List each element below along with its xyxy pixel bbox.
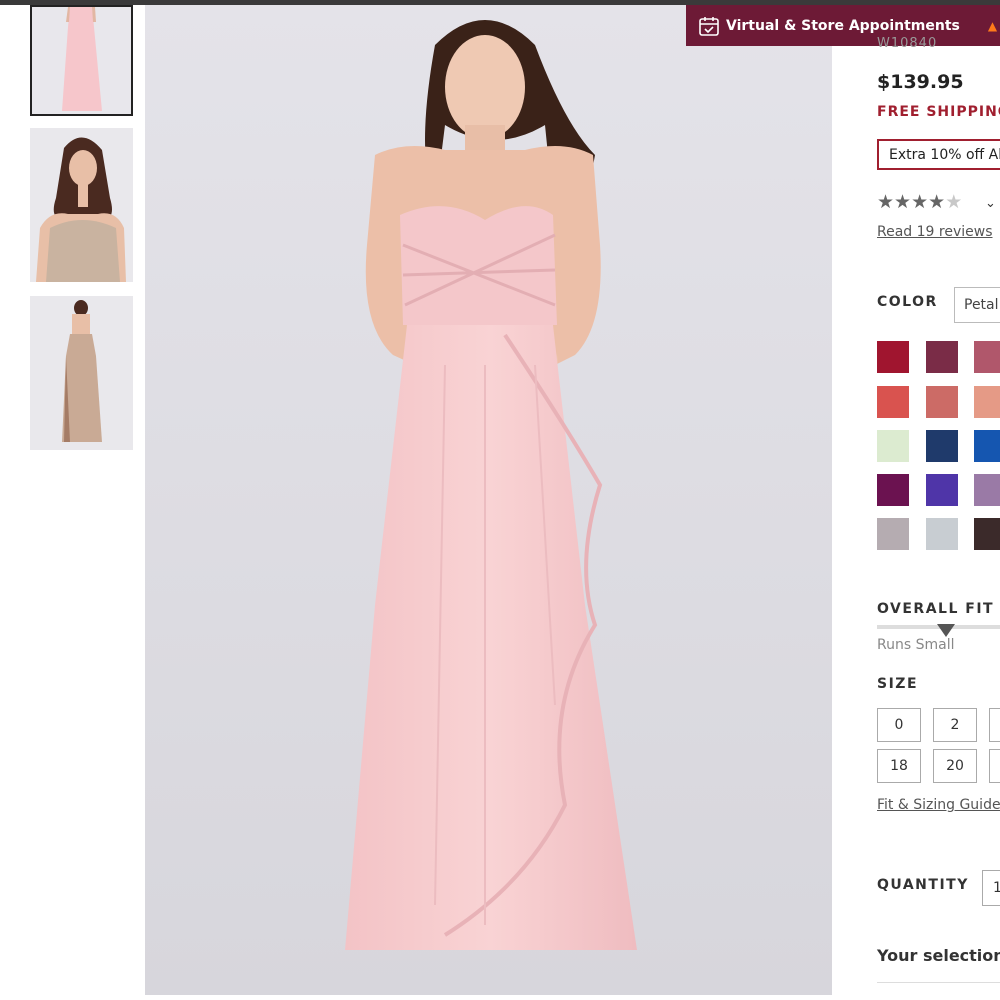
dress-back-thumbnail-image — [30, 296, 133, 450]
size-option[interactable]: 20 — [933, 749, 977, 783]
star-icon: ★ — [877, 191, 895, 213]
divider — [877, 982, 1000, 983]
star-icon: ★ — [928, 191, 946, 213]
color-swatch[interactable] — [926, 386, 958, 418]
color-swatch[interactable] — [877, 474, 909, 506]
color-swatch[interactable] — [877, 386, 909, 418]
your-selections-heading: Your selections — [877, 946, 1000, 965]
appointments-label: Virtual & Store Appointments — [726, 17, 960, 34]
color-swatch[interactable] — [974, 341, 1000, 373]
size-option[interactable]: 2 — [933, 708, 977, 742]
color-swatch[interactable] — [926, 474, 958, 506]
color-swatch[interactable] — [877, 430, 909, 462]
color-swatch[interactable] — [974, 386, 1000, 418]
calendar-check-icon — [699, 16, 719, 36]
color-swatch[interactable] — [926, 518, 958, 550]
thumbnail-closeup[interactable] — [30, 128, 133, 282]
star-icon: ★ — [911, 191, 929, 213]
product-sku: W10840 — [877, 36, 938, 51]
color-selected-value[interactable]: Petal — [954, 287, 1000, 323]
fit-indicator-icon — [937, 624, 955, 637]
flame-icon: ▲ — [987, 18, 998, 33]
size-option[interactable]: 18 — [877, 749, 921, 783]
star-icon: ★ — [894, 191, 912, 213]
dress-model-image — [145, 5, 832, 995]
color-swatch[interactable] — [974, 474, 1000, 506]
appointments-banner: Virtual & Store Appointments ▲ H — [686, 5, 1000, 46]
color-swatch[interactable] — [926, 430, 958, 462]
quantity-input[interactable]: 1 — [982, 870, 1000, 906]
rating-stars[interactable]: ★★★★★ — [877, 191, 962, 213]
thumbnail-front[interactable] — [30, 5, 133, 116]
size-option-partial[interactable] — [989, 708, 1000, 742]
color-swatch[interactable] — [926, 341, 958, 373]
dress-closeup-thumbnail-image — [30, 128, 133, 282]
size-label: SIZE — [877, 676, 919, 692]
fit-value-text: Runs Small — [877, 637, 955, 653]
color-swatch[interactable] — [974, 430, 1000, 462]
quantity-label: QUANTITY — [877, 877, 969, 893]
color-label: COLOR — [877, 294, 938, 310]
chevron-down-icon[interactable]: ⌄ — [985, 196, 996, 211]
hot-deals-button[interactable]: ▲ H — [978, 18, 1000, 34]
color-swatch[interactable] — [877, 518, 909, 550]
dress-front-thumbnail-image — [32, 7, 131, 114]
fit-sizing-guide-link[interactable]: Fit & Sizing Guide — [877, 797, 1000, 813]
free-shipping-text: FREE SHIPPING — [877, 104, 1000, 120]
size-option-partial[interactable] — [989, 749, 1000, 783]
size-option[interactable]: 0 — [877, 708, 921, 742]
thumbnail-back[interactable] — [30, 296, 133, 450]
overall-fit-label: OVERALL FIT — [877, 601, 995, 617]
star-icon: ★ — [945, 191, 963, 213]
color-swatch[interactable] — [877, 341, 909, 373]
promo-badge: Extra 10% off All — [877, 139, 1000, 170]
color-swatch[interactable] — [974, 518, 1000, 550]
product-price: $139.95 — [877, 71, 964, 93]
read-reviews-link[interactable]: Read 19 reviews — [877, 224, 993, 240]
main-product-image[interactable] — [145, 5, 832, 995]
